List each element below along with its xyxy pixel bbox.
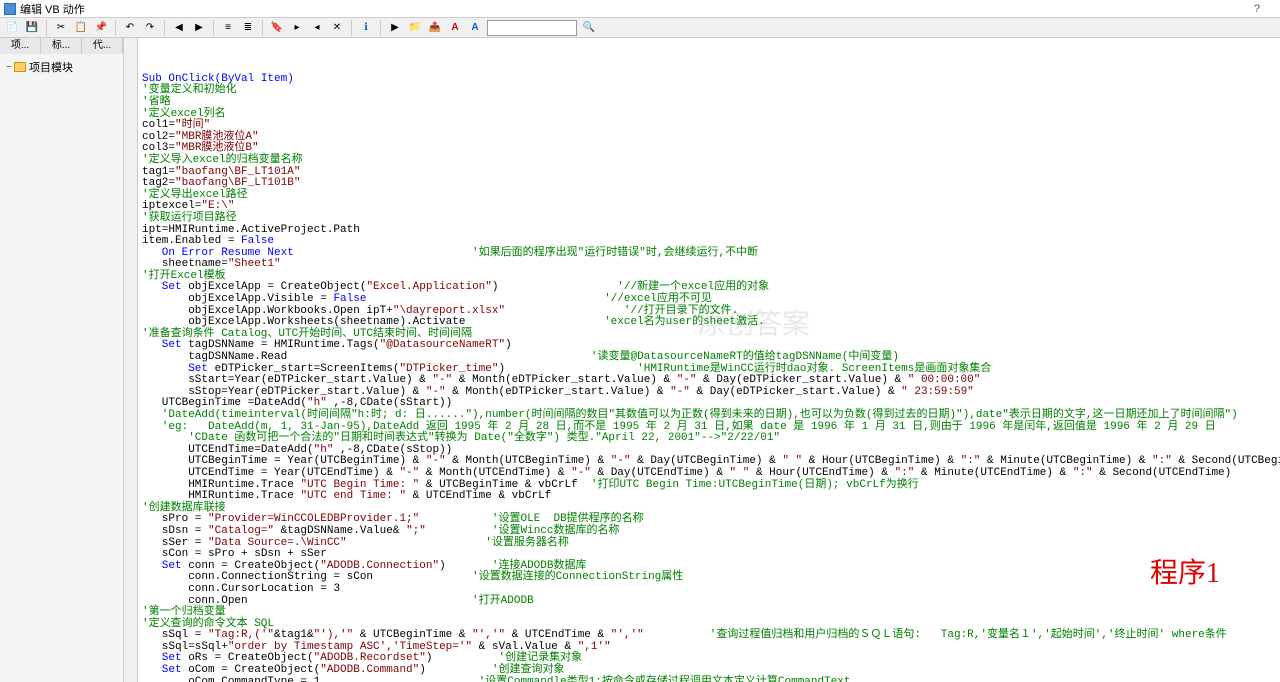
search-field[interactable] [487, 20, 577, 36]
ruler [124, 38, 138, 682]
window-title: 编辑 VB 动作 [20, 1, 85, 17]
info-button[interactable]: ℹ [358, 20, 374, 36]
bookmark-button[interactable]: 🔖 [269, 20, 285, 36]
comment-button[interactable]: ≡ [220, 20, 236, 36]
help-button[interactable]: ? [1254, 3, 1260, 15]
tree-expand-icon[interactable]: − [4, 61, 14, 73]
redo-button[interactable]: ↷ [142, 20, 158, 36]
new-button[interactable]: 📄 [4, 20, 20, 36]
sidebar-tab-project[interactable]: 项... [0, 38, 41, 54]
copy-button[interactable]: 📋 [73, 20, 89, 36]
tree-item-project-modules[interactable]: − 项目模块 [4, 58, 119, 76]
indent-button[interactable]: ▶ [191, 20, 207, 36]
cut-button[interactable]: ✂ [53, 20, 69, 36]
paste-button[interactable]: 📌 [93, 20, 109, 36]
code-content: Sub OnClick(ByVal Item) '变量定义和初始化 '省略 '定… [142, 74, 1276, 682]
search-dropdown-icon[interactable]: 🔍 [581, 20, 597, 36]
folder-button[interactable]: 📁 [407, 20, 423, 36]
bookmark-prev-button[interactable]: ◂ [309, 20, 325, 36]
run-button[interactable]: ▶ [387, 20, 403, 36]
title-bar: 编辑 VB 动作 ? [0, 0, 1280, 18]
code-editor[interactable]: 原创答案 程序1 Sub OnClick(ByVal Item) '变量定义和初… [138, 38, 1280, 682]
export-button[interactable]: 📤 [427, 20, 443, 36]
sidebar-tab-code[interactable]: 代... [82, 38, 123, 54]
save-button[interactable]: 💾 [24, 20, 40, 36]
toolbar: 📄 💾 ✂ 📋 📌 ↶ ↷ ◀ ▶ ≡ ≣ 🔖 ▸ ◂ ✕ ℹ ▶ 📁 📤 A … [0, 18, 1280, 38]
outdent-button[interactable]: ◀ [171, 20, 187, 36]
bookmark-next-button[interactable]: ▸ [289, 20, 305, 36]
tree-label: 项目模块 [29, 59, 73, 75]
app-icon [4, 3, 16, 15]
sidebar-tab-tags[interactable]: 标... [41, 38, 82, 54]
bookmark-clear-button[interactable]: ✕ [329, 20, 345, 36]
find-button[interactable]: A [447, 20, 463, 36]
uncomment-button[interactable]: ≣ [240, 20, 256, 36]
sidebar: 项... 标... 代... − 项目模块 [0, 38, 124, 682]
replace-button[interactable]: A [467, 20, 483, 36]
undo-button[interactable]: ↶ [122, 20, 138, 36]
folder-icon [14, 62, 26, 72]
